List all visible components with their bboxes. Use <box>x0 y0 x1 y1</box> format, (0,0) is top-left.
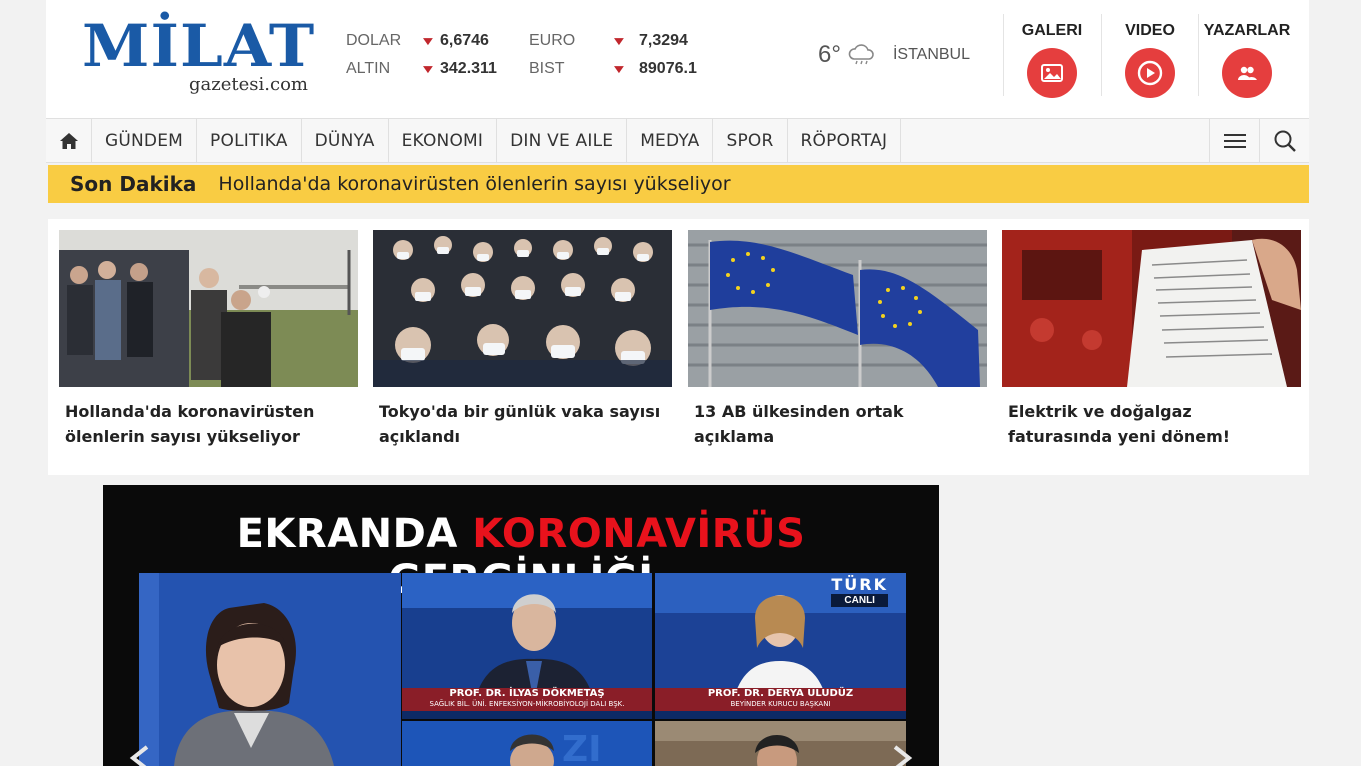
site-logo[interactable]: MİLAT gazetesi.com <box>82 14 314 98</box>
live-badge: CANLI <box>831 594 888 607</box>
news-card-title[interactable]: Elektrik ve doğalgaz faturasında yeni dö… <box>1008 399 1295 449</box>
market-bist: BIST ▼ 89076.1 <box>529 58 697 80</box>
market-value: 89076.1 <box>639 60 697 77</box>
logo-wordmark: MİLAT <box>82 12 316 80</box>
video-panel-guest-1: PROF. DR. İLYAS DÖKMETAŞ SAĞLIK BİL. ÜNİ… <box>402 573 652 719</box>
news-card[interactable]: Tokyo'da bir günlük vaka sayısı açıkland… <box>373 230 672 449</box>
breaking-news-headline[interactable]: Hollanda'da koronavirüsten ölenlerin say… <box>218 173 730 195</box>
market-value: 342.311 <box>440 60 497 77</box>
home-icon[interactable] <box>46 119 92 162</box>
news-card[interactable]: Hollanda'da koronavirüsten ölenlerin say… <box>59 230 358 449</box>
nav-item-spor[interactable]: SPOR <box>713 119 788 162</box>
breaking-news-bar: Son Dakika Hollanda'da koronavirüsten öl… <box>48 165 1309 203</box>
users-icon[interactable] <box>1222 48 1272 98</box>
nav-item-dunya[interactable]: DÜNYA <box>302 119 389 162</box>
news-card-image[interactable] <box>688 230 987 387</box>
quick-link-label: VIDEO <box>1125 22 1175 39</box>
nav-tools <box>1209 119 1309 162</box>
guest-1-role: SAĞLIK BİL. ÜNİ. ENFEKSİYON-MİKROBİYOLOJ… <box>429 700 625 708</box>
market-name: BIST <box>529 60 565 77</box>
news-card-image[interactable] <box>1002 230 1301 387</box>
news-card[interactable]: 13 AB ülkesinden ortak açıklama <box>688 230 987 449</box>
nav-item-gundem[interactable]: GÜNDEM <box>92 119 198 162</box>
video-panel-host <box>139 573 401 766</box>
quick-link-video[interactable]: VIDEO <box>1101 14 1198 98</box>
down-arrow-icon: ▼ <box>610 62 628 76</box>
quick-link-label: GALERI <box>1021 22 1083 39</box>
channel-name: TÜRK <box>831 575 888 594</box>
market-name: ALTIN <box>346 60 391 77</box>
guest-1-caption: PROF. DR. İLYAS DÖKMETAŞ SAĞLIK BİL. ÜNİ… <box>402 688 652 711</box>
nav-item-roportaj[interactable]: RÖPORTAJ <box>788 119 902 162</box>
quick-link-galeri[interactable]: GALERI <box>1003 14 1100 98</box>
menu-icon[interactable] <box>1209 119 1259 162</box>
video-panel-guest-3: ZI <box>402 721 652 766</box>
market-value: 6,6746 <box>440 32 489 49</box>
play-icon[interactable] <box>1125 48 1175 98</box>
weather-city[interactable]: İSTANBUL <box>893 46 970 64</box>
featured-video[interactable]: EKRANDA KORONAVİRÜS GERGİNLİĞİ PROF. DR.… <box>103 485 939 766</box>
nav-item-ekonomi[interactable]: EKONOMI <box>389 119 498 162</box>
down-arrow-icon: ▼ <box>419 62 437 76</box>
market-name: EURO <box>529 32 576 49</box>
svg-text:ZI: ZI <box>562 729 602 766</box>
guest-2-name: PROF. DR. DERYA ULUDÜZ <box>707 688 854 699</box>
news-card-image[interactable] <box>373 230 672 387</box>
market-name: DOLAR <box>346 32 402 49</box>
nav-item-medya[interactable]: MEDYA <box>627 119 714 162</box>
guest-2-role: BEYİNDER KURUCU BAŞKANI <box>730 700 831 708</box>
nav-item-din-ve-aile[interactable]: DIN VE AILE <box>497 119 628 162</box>
market-ticker: DOLAR ▼ 6,6746 EURO ▼ 7,3294 ALTIN ▼ 342… <box>346 30 726 90</box>
video-panel-guest-4 <box>655 721 906 766</box>
news-card-title[interactable]: 13 AB ülkesinden ortak açıklama <box>694 399 981 449</box>
news-card-image[interactable] <box>59 230 358 387</box>
market-euro: EURO ▼ 7,3294 <box>529 30 688 52</box>
rain-cloud-icon <box>848 44 874 65</box>
market-altin: ALTIN ▼ 342.311 <box>346 58 497 80</box>
video-next-icon[interactable] <box>887 743 917 766</box>
news-card-title[interactable]: Hollanda'da koronavirüsten ölenlerin say… <box>65 399 352 449</box>
market-dolar: DOLAR ▼ 6,6746 <box>346 30 489 52</box>
down-arrow-icon: ▼ <box>610 34 628 48</box>
weather-widget: 6° İSTANBUL <box>818 40 970 70</box>
nav-item-politika[interactable]: POLITIKA <box>197 119 302 162</box>
site-header: MİLAT gazetesi.com DOLAR ▼ 6,6746 EURO ▼… <box>46 0 1309 118</box>
logo-subtitle: gazetesi.com <box>189 74 308 95</box>
weather-temperature: 6° <box>818 41 841 68</box>
video-prev-icon[interactable] <box>125 743 155 766</box>
image-icon[interactable] <box>1027 48 1077 98</box>
guest-1-name: PROF. DR. İLYAS DÖKMETAŞ <box>449 688 605 699</box>
video-panel-guest-2: TÜRK CANLI PROF. DR. DERYA ULUDÜZ BEYİND… <box>655 573 906 719</box>
quick-link-yazarlar[interactable]: YAZARLAR <box>1198 14 1295 98</box>
news-card-title[interactable]: Tokyo'da bir günlük vaka sayısı açıkland… <box>379 399 666 449</box>
headline-cards: Hollanda'da koronavirüsten ölenlerin say… <box>48 219 1309 475</box>
news-card[interactable]: Elektrik ve doğalgaz faturasında yeni dö… <box>1002 230 1301 449</box>
search-icon[interactable] <box>1259 119 1309 162</box>
quick-link-label: YAZARLAR <box>1203 22 1291 39</box>
market-value: 7,3294 <box>639 32 688 49</box>
guest-2-caption: PROF. DR. DERYA ULUDÜZ BEYİNDER KURUCU B… <box>655 688 906 711</box>
channel-badge: TÜRK CANLI <box>831 575 888 607</box>
down-arrow-icon: ▼ <box>419 34 437 48</box>
breaking-news-label: Son Dakika <box>70 172 197 196</box>
main-nav: GÜNDEM POLITIKA DÜNYA EKONOMI DIN VE AIL… <box>46 118 1309 163</box>
